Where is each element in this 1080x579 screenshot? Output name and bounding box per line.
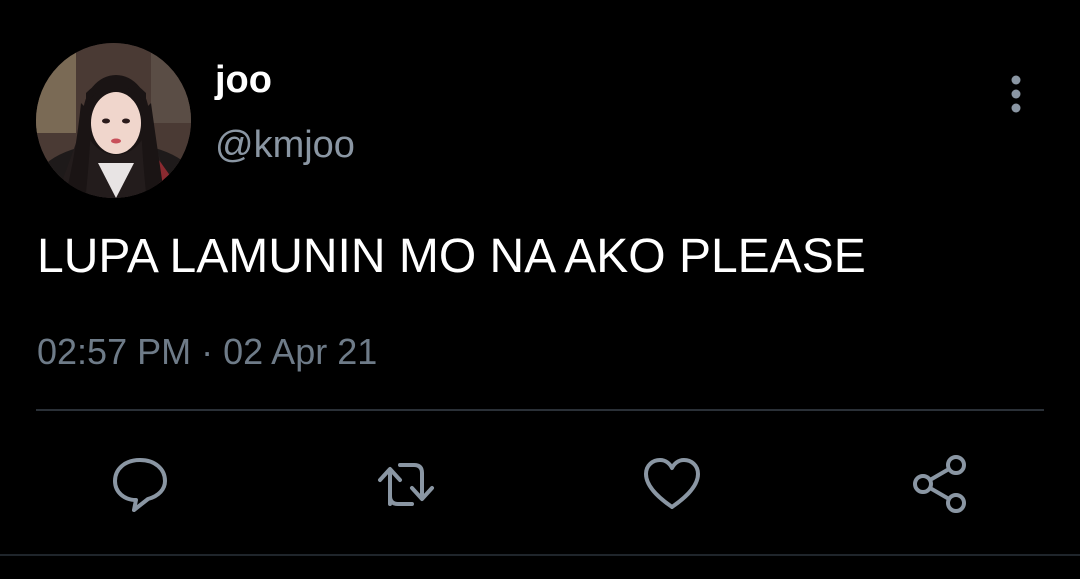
more-options-button[interactable]: [998, 70, 1034, 118]
bottom-divider: [0, 554, 1080, 556]
vertical-ellipsis-icon: [1011, 75, 1021, 113]
tweet-time: 02:57 PM: [37, 331, 192, 372]
like-button[interactable]: [640, 452, 704, 516]
tweet-timestamp: 02:57 PM · 02 Apr 21: [37, 330, 377, 374]
tweet-text: LUPA LAMUNIN MO NA AKO PLEASE: [37, 230, 866, 283]
share-button[interactable]: [908, 452, 972, 516]
display-name[interactable]: joo: [215, 58, 272, 102]
reply-icon: [113, 458, 167, 512]
meta-separator: ·: [201, 331, 214, 372]
tweet-detail: joo @kmjoo LUPA LAMUNIN MO NA AKO PLEASE…: [0, 0, 1080, 579]
heart-icon: [644, 458, 700, 509]
reply-button[interactable]: [108, 452, 172, 516]
avatar[interactable]: [36, 43, 191, 198]
retweet-button[interactable]: [374, 452, 438, 516]
tweet-date: 02 Apr 21: [223, 331, 378, 372]
retweet-icon: [378, 463, 434, 506]
avatar-photo: [36, 43, 191, 198]
divider: [36, 409, 1044, 411]
user-handle[interactable]: @kmjoo: [215, 123, 355, 167]
share-icon: [913, 455, 966, 513]
